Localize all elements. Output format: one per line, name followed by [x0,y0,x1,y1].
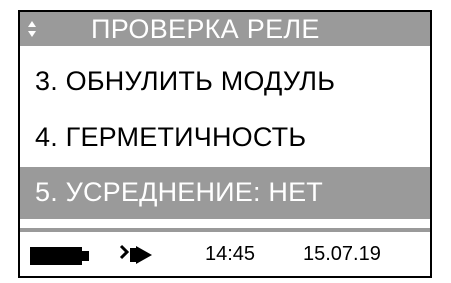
menu-item-label: 3. ОБНУЛИТЬ МОДУЛЬ [35,66,336,96]
title-bar: ПРОВЕРКА РЕЛЕ [20,12,430,46]
page-title: ПРОВЕРКА РЕЛЕ [91,14,320,44]
menu-item-reset-module[interactable]: 3. ОБНУЛИТЬ МОДУЛЬ [20,56,430,108]
status-time: 14:45 [205,243,256,265]
menu-item-tightness[interactable]: 4. ГЕРМЕТИЧНОСТЬ [20,112,430,164]
battery-icon [30,247,92,270]
menu-item-label: 4. ГЕРМЕТИЧНОСТЬ [35,122,307,152]
status-bar: 14:45 15.07.19 [20,228,430,276]
up-down-arrows-icon [24,20,40,38]
plug-icon [118,243,156,272]
status-date: 15.07.19 [303,243,381,265]
menu-item-label: 5. УСРЕДНЕНИЕ: НЕТ [35,177,323,207]
device-screen: ПРОВЕРКА РЕЛЕ 3. ОБНУЛИТЬ МОДУЛЬ 4. ГЕРМ… [18,10,432,278]
menu-item-averaging-selected[interactable]: 5. УСРЕДНЕНИЕ: НЕТ [20,167,430,219]
